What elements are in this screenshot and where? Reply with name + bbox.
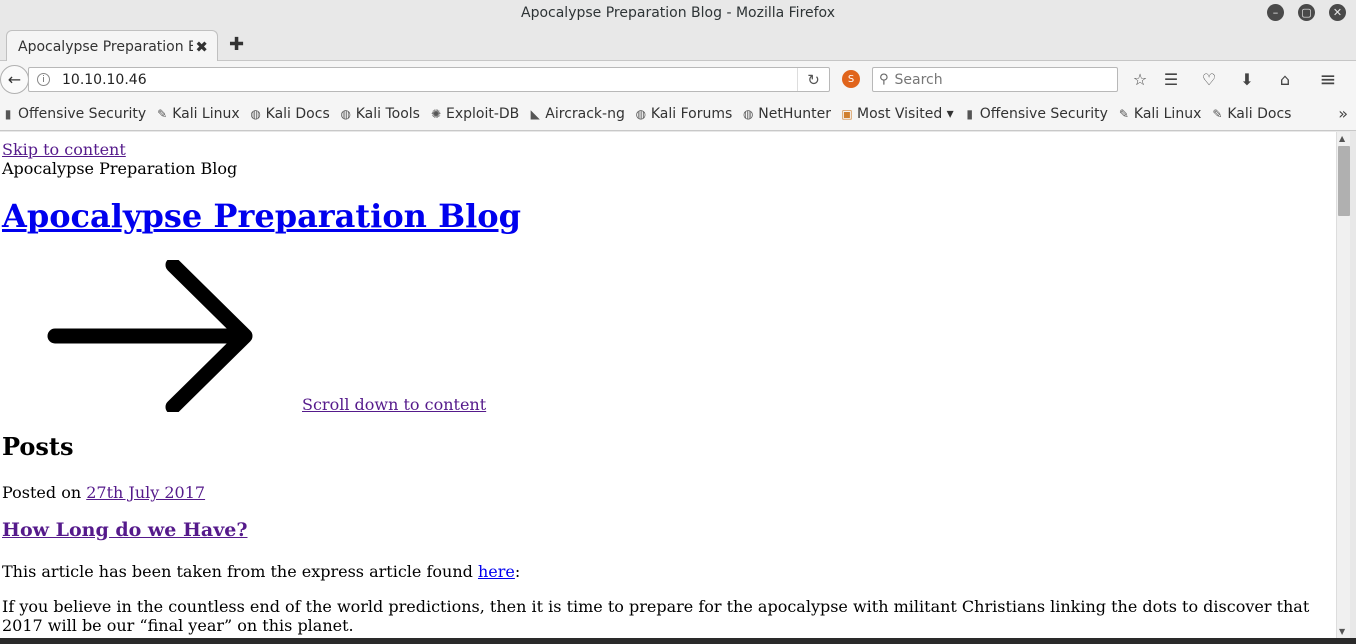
url-text[interactable]: 10.10.10.46 <box>62 72 147 88</box>
bookmark-item[interactable]: ✎ Kali Linux <box>154 106 240 122</box>
bookmark-label: Kali Docs <box>1227 106 1292 122</box>
window-title: Apocalypse Preparation Blog - Mozilla Fi… <box>521 5 835 21</box>
arrow-right-icon[interactable] <box>45 260 255 412</box>
post-title-link[interactable]: How Long do we Have? <box>2 519 248 541</box>
reload-icon[interactable]: ↻ <box>797 68 829 91</box>
bookmarks-toolbar: ▮ Offensive Security ✎ Kali Linux ◍ Kali Do… <box>0 98 1356 131</box>
pocket-icon[interactable]: ♡ <box>1199 69 1219 89</box>
bookmark-label: NetHunter <box>758 106 832 122</box>
desktop-edge <box>0 638 1356 644</box>
tab-strip: Apocalypse Preparation B... ✖ ✚ <box>0 26 1356 62</box>
bookmark-label: Kali Linux <box>172 106 240 122</box>
post-meta: Posted on 27th July 2017 <box>2 483 205 502</box>
bookmark-folder-most-visited[interactable]: ▣ Most Visited ▾ <box>839 106 954 122</box>
globe-icon: ◍ <box>743 107 754 121</box>
aircrack-icon: ◣ <box>530 107 540 121</box>
bookmark-star-icon[interactable]: ☆ <box>1130 69 1150 89</box>
site-name: Apocalypse Preparation Blog <box>2 159 238 178</box>
vertical-scrollbar[interactable]: ▲ ▼ <box>1336 132 1350 638</box>
bookmark-item[interactable]: ▮ Offensive Security <box>0 106 147 122</box>
bookmark-item[interactable]: ◍ NetHunter <box>740 106 831 122</box>
tab-active[interactable]: Apocalypse Preparation B... ✖ <box>6 30 218 62</box>
search-input[interactable] <box>894 71 1095 88</box>
url-bar[interactable]: i 10.10.10.46 ↻ <box>28 67 830 92</box>
bookmarks-overflow-icon[interactable]: » <box>1338 104 1348 123</box>
bookmark-item[interactable]: ◍ Kali Forums <box>633 106 733 122</box>
noscript-icon[interactable]: S <box>842 70 860 88</box>
bookmark-item[interactable]: ▮ Offensive Security <box>962 106 1108 122</box>
kali-dragon-icon: ✎ <box>1212 107 1223 121</box>
post-paragraph-1: This article has been taken from the exp… <box>2 562 520 581</box>
tab-close-icon[interactable]: ✖ <box>195 38 208 56</box>
globe-icon: ◍ <box>340 107 351 121</box>
bookmark-label: Most Visited ▾ <box>857 106 954 122</box>
tab-label: Apocalypse Preparation B... <box>18 38 193 55</box>
post-paragraph-2: If you believe in the countless end of t… <box>2 597 1310 635</box>
scrollbar-thumb[interactable] <box>1338 146 1350 216</box>
bookmark-label: Kali Docs <box>265 106 330 122</box>
bookmark-label: Offensive Security <box>979 106 1108 122</box>
close-window-button[interactable]: ✕ <box>1329 4 1346 21</box>
window-controls: – ▢ ✕ <box>1267 4 1346 21</box>
bookmark-item[interactable]: ◍ Kali Docs <box>248 106 330 122</box>
kali-dragon-icon: ✎ <box>1118 107 1129 121</box>
exploitdb-icon: ✺ <box>430 107 442 121</box>
bookmark-item[interactable]: ◣ Aircrack-ng <box>527 106 625 122</box>
scroll-down-icon[interactable]: ▼ <box>1339 627 1345 636</box>
site-info-icon[interactable]: i <box>37 73 50 86</box>
here-link[interactable]: here <box>478 562 515 581</box>
home-icon[interactable]: ⌂ <box>1275 69 1295 89</box>
bookmark-item[interactable]: ◍ Kali Tools <box>338 106 420 122</box>
bookmark-label: Aircrack-ng <box>545 106 625 122</box>
para1-text: This article has been taken from the exp… <box>2 562 478 581</box>
window-titlebar: Apocalypse Preparation Blog - Mozilla Fi… <box>0 0 1356 26</box>
back-button[interactable]: ← <box>0 65 29 94</box>
page-content: Skip to content Apocalypse Preparation B… <box>0 132 1336 638</box>
search-icon: ⚲ <box>879 72 889 87</box>
skip-to-content-link[interactable]: Skip to content <box>2 140 126 159</box>
search-box[interactable]: ⚲ <box>872 67 1118 92</box>
bookmark-label: Exploit-DB <box>445 106 520 122</box>
minimize-button[interactable]: – <box>1267 4 1284 21</box>
posts-heading: Posts <box>2 432 74 461</box>
posted-on-label: Posted on <box>2 483 87 502</box>
bookmark-item[interactable]: ✎ Kali Linux <box>1116 106 1202 122</box>
downloads-icon[interactable]: ⬇ <box>1237 69 1257 89</box>
window-border <box>1350 132 1356 644</box>
offsec-icon: ▮ <box>4 107 12 121</box>
new-tab-icon[interactable]: ✚ <box>229 34 244 55</box>
scroll-up-icon[interactable]: ▲ <box>1339 134 1345 143</box>
bookmark-label: Kali Tools <box>355 106 420 122</box>
globe-icon: ◍ <box>250 107 261 121</box>
bookmark-label: Offensive Security <box>18 106 147 122</box>
bookmark-item[interactable]: ✺ Exploit-DB <box>428 106 519 122</box>
offsec-icon: ▮ <box>966 107 973 121</box>
post-date-link[interactable]: 27th July 2017 <box>86 483 205 502</box>
navigation-toolbar: ← i 10.10.10.46 ↻ S ⚲ ☆ ☰ ♡ ⬇ ⌂ ≡ <box>0 61 1356 98</box>
bookmark-item[interactable]: ✎ Kali Docs <box>1209 106 1291 122</box>
site-title-link[interactable]: Apocalypse Preparation Blog <box>2 197 521 235</box>
reading-list-icon[interactable]: ☰ <box>1161 69 1181 89</box>
para1-suffix: : <box>514 562 521 581</box>
folder-icon: ▣ <box>841 107 853 121</box>
kali-dragon-icon: ✎ <box>157 107 168 121</box>
maximize-button[interactable]: ▢ <box>1298 4 1315 21</box>
bookmark-label: Kali Forums <box>650 106 733 122</box>
scroll-down-link[interactable]: Scroll down to content <box>302 395 486 414</box>
globe-icon: ◍ <box>635 107 647 121</box>
back-arrow-icon: ← <box>7 70 22 89</box>
bookmark-label: Kali Linux <box>1133 106 1202 122</box>
menu-icon[interactable]: ≡ <box>1318 67 1338 91</box>
